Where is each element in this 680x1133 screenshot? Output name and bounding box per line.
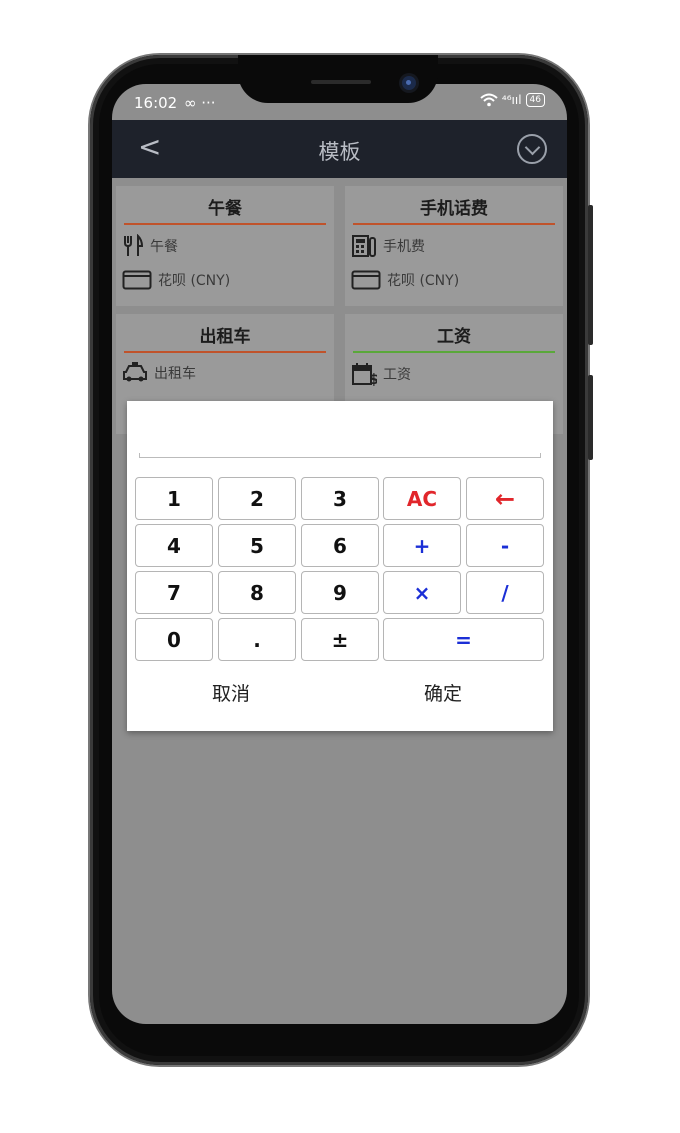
template-card-phone-bill[interactable]: 手机话费 手机费 花呗 (CNY) [345,186,563,306]
battery-icon: 46 [525,93,545,107]
status-extra: ∞ ··· [184,94,216,112]
template-category-row: 手机费 [351,234,425,258]
template-title: 手机话费 [420,199,488,219]
volume-button [588,205,593,345]
calculator-dialog: 1 2 3 AC ← 4 5 6 + - 7 8 9 × / 0 . ± = 取… [127,401,553,731]
salary-icon: $ [352,363,377,386]
template-title: 午餐 [208,199,242,219]
template-account: 花呗 (CNY) [387,273,460,289]
key-equals[interactable]: = [383,618,544,661]
page-title: 模板 [318,140,361,164]
key-divide[interactable]: / [466,571,544,614]
template-underline [124,223,326,225]
template-underline [353,351,555,353]
status-right: ⁴⁶ııl 46 [480,93,545,107]
card-icon [122,270,152,290]
key-6[interactable]: 6 [301,524,379,567]
status-time: 16:02 [134,94,178,112]
template-underline [353,223,555,225]
key-0[interactable]: 0 [135,618,213,661]
key-8[interactable]: 8 [218,571,296,614]
template-category: 出租车 [154,366,196,382]
fork-knife-icon [124,234,144,256]
template-title: 出租车 [199,327,251,347]
check-circle-icon[interactable] [517,134,547,164]
front-camera [402,76,416,90]
template-account: 花呗 (CNY) [158,273,231,289]
power-button [588,375,593,460]
phone-bill-icon [352,235,376,257]
template-category-row: 出租车 [122,362,196,384]
signal-icon: ⁴⁶ııl [501,93,522,107]
template-account-row: 花呗 (CNY) [122,270,230,290]
key-clear[interactable]: AC [383,477,461,520]
key-multiply[interactable]: × [383,571,461,614]
key-minus[interactable]: - [466,524,544,567]
template-category-row: 午餐 [122,234,178,258]
template-card-lunch[interactable]: 午餐 午餐 花呗 (CNY) [116,186,334,306]
template-underline [124,351,326,353]
display-underline [139,453,541,458]
wifi-icon [480,93,498,107]
key-4[interactable]: 4 [135,524,213,567]
speaker [311,80,371,84]
backspace-arrow-icon[interactable]: ← [466,477,544,520]
taxi-icon [123,362,147,382]
cancel-button[interactable]: 取消 [141,679,321,706]
template-title: 工资 [437,327,471,347]
key-plus[interactable]: + [383,524,461,567]
card-icon [351,270,381,290]
amount-display[interactable] [141,415,539,451]
key-3[interactable]: 3 [301,477,379,520]
key-9[interactable]: 9 [301,571,379,614]
svg-text:$: $ [369,372,377,386]
template-category: 工资 [383,367,411,383]
template-category-row: $ 工资 [351,362,411,386]
template-category: 午餐 [150,239,178,255]
key-1[interactable]: 1 [135,477,213,520]
confirm-button[interactable]: 确定 [353,679,533,706]
template-account-row: 花呗 (CNY) [351,270,459,290]
app-header: < 模板 [112,120,567,178]
key-2[interactable]: 2 [218,477,296,520]
key-decimal[interactable]: . [218,618,296,661]
key-sign[interactable]: ± [301,618,379,661]
template-category: 手机费 [383,239,425,255]
key-7[interactable]: 7 [135,571,213,614]
key-5[interactable]: 5 [218,524,296,567]
